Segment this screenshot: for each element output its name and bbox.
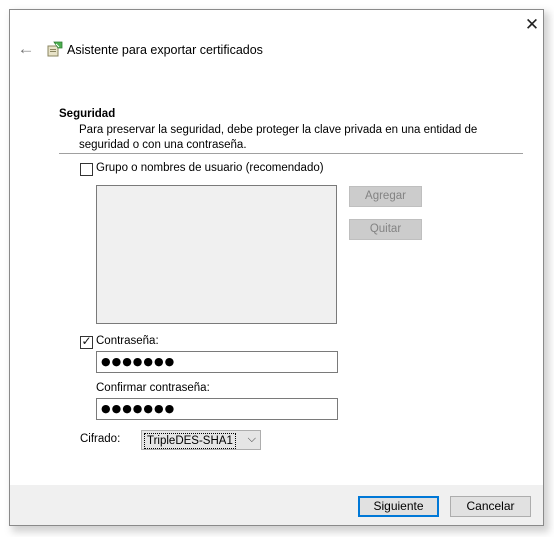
back-arrow-icon[interactable]: ← <box>16 39 36 59</box>
encryption-label: Cifrado: <box>80 433 121 445</box>
encryption-selected-value: TripleDES-SHA1 <box>144 433 236 449</box>
chevron-down-icon: ⌵ <box>247 433 256 445</box>
section-heading: Seguridad <box>59 108 116 120</box>
cancel-button[interactable]: Cancelar <box>450 496 531 517</box>
checkmark-icon: ✓ <box>81 334 92 348</box>
remove-button[interactable]: Quitar <box>349 219 422 240</box>
add-button[interactable]: Agregar <box>349 186 422 207</box>
wizard-footer: Siguiente Cancelar <box>10 485 543 525</box>
group-users-label[interactable]: Grupo o nombres de usuario (recomendado) <box>96 162 324 174</box>
wizard-title: Asistente para exportar certificados <box>67 43 263 57</box>
password-label[interactable]: Contraseña: <box>96 335 159 347</box>
confirm-password-field[interactable]: ●●●●●●● <box>96 398 338 420</box>
certificate-wizard-icon <box>47 41 63 57</box>
section-description: Para preservar la seguridad, debe proteg… <box>79 124 478 151</box>
encryption-select[interactable]: TripleDES-SHA1 ⌵ <box>141 430 261 450</box>
password-checkbox[interactable]: ✓ <box>80 334 93 349</box>
password-field[interactable]: ●●●●●●● <box>96 351 338 373</box>
certificate-export-wizard-dialog: ✕ ← Asistente para exportar certificados… <box>9 9 544 526</box>
group-users-checkbox[interactable] <box>80 163 93 176</box>
confirm-password-label: Confirmar contraseña: <box>96 382 210 394</box>
users-list-box <box>96 185 337 324</box>
header-divider <box>59 153 523 154</box>
next-button[interactable]: Siguiente <box>358 496 439 517</box>
close-icon[interactable]: ✕ <box>520 14 544 36</box>
